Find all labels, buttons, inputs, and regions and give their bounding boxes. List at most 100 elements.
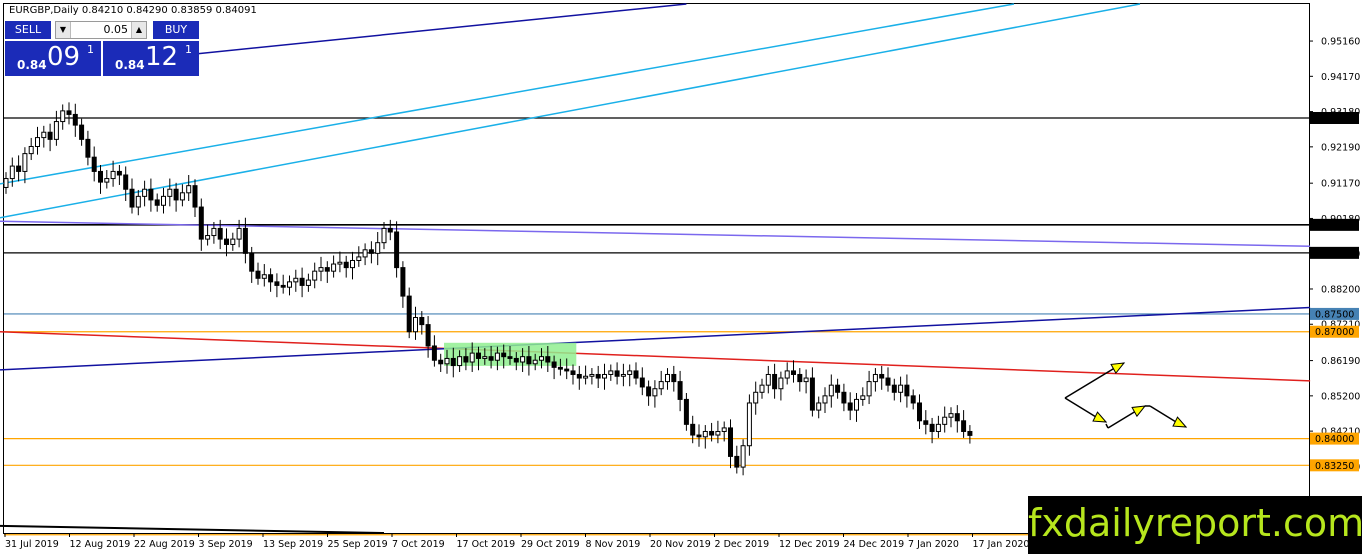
sell-button[interactable]: SELL bbox=[5, 21, 51, 39]
candle-body bbox=[3, 178, 9, 188]
candle-body bbox=[154, 199, 160, 206]
candle-body bbox=[835, 384, 841, 393]
candle-body bbox=[803, 377, 809, 383]
candle-body bbox=[268, 274, 274, 283]
candle-body bbox=[570, 370, 576, 375]
candle-body bbox=[954, 413, 960, 422]
x-axis-tick-label: 7 Oct 2019 bbox=[392, 539, 445, 550]
x-axis-tick-label: 13 Sep 2019 bbox=[263, 539, 323, 550]
candle-body bbox=[494, 352, 500, 361]
candle-body bbox=[387, 227, 393, 233]
watermark-logo: fxdailyreport.com bbox=[1028, 496, 1362, 554]
candle-body bbox=[828, 384, 834, 397]
lot-size-value[interactable]: 0.05 bbox=[104, 23, 129, 36]
candle-body bbox=[557, 366, 563, 370]
candle-body bbox=[419, 316, 425, 326]
candle-body bbox=[450, 357, 456, 367]
candle-body bbox=[261, 274, 267, 279]
candle-body bbox=[337, 261, 343, 265]
candle-body bbox=[935, 423, 941, 432]
candle-body bbox=[961, 420, 967, 432]
candle-body bbox=[406, 295, 412, 333]
lot-size-stepper[interactable]: ▼ 0.05 ▲ bbox=[55, 21, 147, 39]
level-price-label: 0.89214 bbox=[1315, 248, 1354, 259]
candle-body bbox=[646, 386, 652, 397]
x-axis-tick-label: 12 Dec 2019 bbox=[779, 539, 840, 550]
candle-body bbox=[425, 324, 431, 347]
candle-body bbox=[690, 423, 696, 436]
sell-price-quote[interactable]: 0.84 09 1 bbox=[5, 41, 101, 76]
candle-body bbox=[665, 373, 670, 383]
x-axis-tick-label: 31 Jul 2019 bbox=[5, 539, 59, 550]
candle-body bbox=[394, 231, 400, 269]
level-price-label: 0.83250 bbox=[1315, 461, 1354, 472]
candle-body bbox=[135, 195, 141, 208]
candle-body bbox=[778, 377, 784, 390]
candle-body bbox=[123, 174, 129, 190]
x-axis-tick-label: 17 Jan 2020 bbox=[973, 539, 1030, 550]
projection-arrow-shaft bbox=[1105, 423, 1109, 429]
arrow-up-icon[interactable]: ▲ bbox=[131, 22, 146, 38]
level-price-label: 0.87000 bbox=[1315, 327, 1354, 338]
candle-body bbox=[797, 373, 803, 383]
candle-body bbox=[192, 185, 198, 208]
x-axis-tick-label: 7 Jan 2020 bbox=[908, 539, 959, 550]
arrow-down-icon[interactable]: ▼ bbox=[56, 22, 71, 38]
candle-body bbox=[677, 381, 683, 400]
candle-body bbox=[110, 170, 116, 180]
candle-body bbox=[375, 242, 381, 254]
candle-body bbox=[589, 373, 595, 377]
candle-body bbox=[633, 370, 639, 379]
candle-body bbox=[324, 267, 330, 272]
candle-body bbox=[368, 249, 374, 254]
candle-body bbox=[249, 252, 255, 272]
x-axis-tick-label: 12 Aug 2019 bbox=[70, 539, 131, 550]
candle-body bbox=[242, 227, 248, 254]
candle-body bbox=[343, 261, 349, 269]
candle-body bbox=[683, 398, 689, 425]
candle-body bbox=[287, 281, 292, 288]
candle-body bbox=[904, 384, 910, 397]
candle-body bbox=[274, 281, 280, 286]
candle-body bbox=[179, 192, 185, 201]
candle-body bbox=[28, 145, 34, 155]
candle-body bbox=[362, 249, 368, 258]
buy-price-quote[interactable]: 0.84 12 1 bbox=[103, 41, 199, 76]
buy-price-pips: 12 bbox=[145, 42, 179, 72]
candle-body bbox=[507, 356, 513, 359]
candle-body bbox=[513, 357, 519, 363]
y-axis-tick-label: 0.86190 bbox=[1321, 356, 1360, 367]
x-axis-tick-label: 3 Sep 2019 bbox=[199, 539, 253, 550]
candle-body bbox=[614, 370, 620, 377]
candle-body bbox=[765, 373, 771, 386]
candle-body bbox=[142, 188, 148, 197]
chart-canvas[interactable]: EURGBP,Daily 0.84210 0.84290 0.83859 0.8… bbox=[0, 0, 1362, 554]
candle-body bbox=[948, 413, 954, 418]
candle-body bbox=[942, 416, 948, 425]
candle-body bbox=[22, 153, 28, 172]
candle-body bbox=[356, 256, 362, 261]
candle-body bbox=[98, 170, 103, 183]
y-axis-tick-label: 0.91170 bbox=[1321, 179, 1360, 190]
candle-body bbox=[224, 238, 229, 245]
candle-body bbox=[312, 270, 318, 281]
buy-button[interactable]: BUY bbox=[153, 21, 199, 39]
candle-body bbox=[740, 445, 746, 468]
candle-body bbox=[299, 277, 305, 286]
candle-body bbox=[331, 263, 337, 272]
candle-body bbox=[860, 395, 866, 400]
candle-body bbox=[885, 377, 891, 386]
candle-body bbox=[381, 227, 387, 244]
candle-body bbox=[173, 188, 179, 201]
projection-arrow-head bbox=[1110, 362, 1126, 375]
candle-body bbox=[696, 434, 702, 438]
candle-body bbox=[41, 131, 47, 139]
chart-window[interactable]: EURGBP,Daily 0.84210 0.84290 0.83859 0.8… bbox=[0, 0, 1362, 554]
candle-body bbox=[809, 377, 815, 411]
candle-body bbox=[728, 427, 733, 457]
candle-body bbox=[91, 156, 97, 172]
candle-body bbox=[79, 124, 85, 140]
candle-body bbox=[620, 373, 626, 377]
level-price-label: 0.93000 bbox=[1315, 113, 1354, 124]
candle-body bbox=[608, 370, 614, 375]
